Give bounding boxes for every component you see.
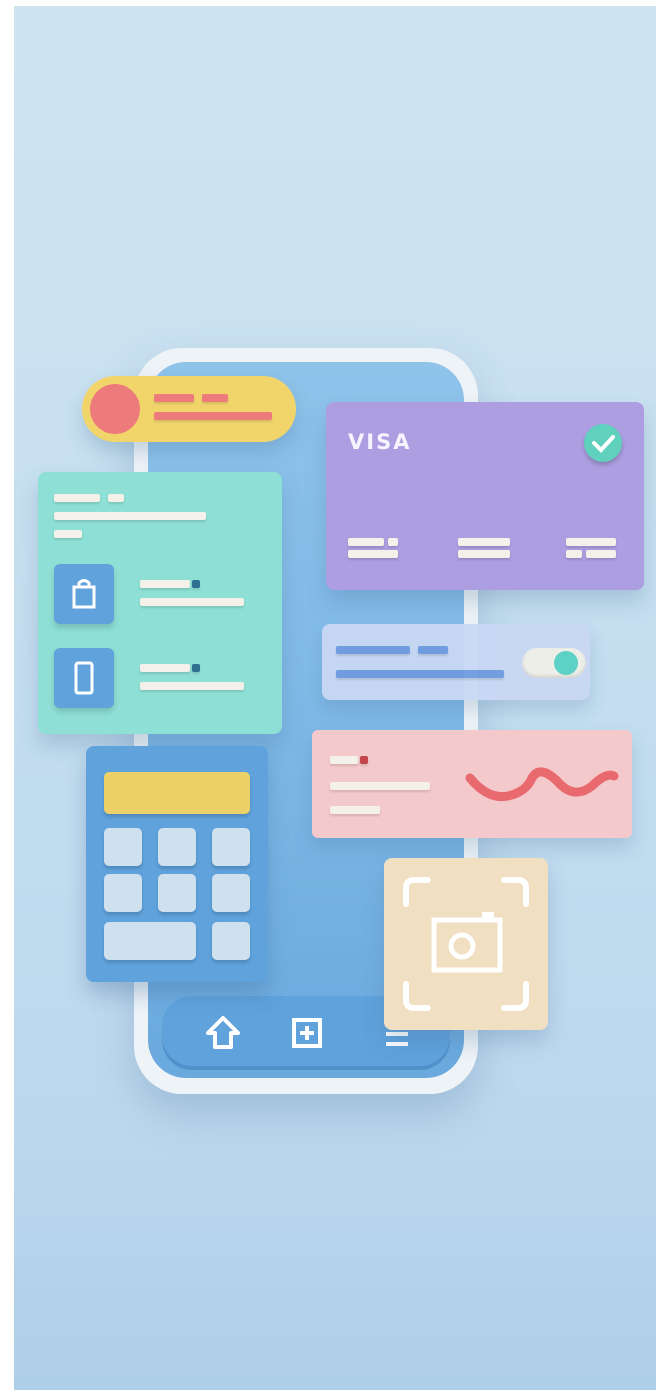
text-line <box>140 664 190 672</box>
card-number-line <box>348 538 384 546</box>
text-line <box>54 494 100 502</box>
card-number-line <box>388 538 398 546</box>
calculator-key <box>212 828 250 866</box>
card-number-line <box>458 550 510 558</box>
calculator-key <box>158 874 196 912</box>
calculator-key <box>212 874 250 912</box>
list-item-icon-box <box>54 648 114 708</box>
text-line <box>418 646 448 654</box>
profile-pill <box>82 376 296 442</box>
text-line <box>330 806 380 814</box>
calculator-key <box>158 828 196 866</box>
list-item-icon-box <box>54 564 114 624</box>
text-line <box>336 646 410 654</box>
pill-line <box>154 394 194 402</box>
add-box-icon <box>292 1018 322 1048</box>
calculator-key-wide <box>104 922 196 960</box>
calculator-display <box>104 772 250 814</box>
wave-card <box>312 730 632 838</box>
calculator-card <box>86 746 268 982</box>
text-line <box>140 580 190 588</box>
list-card <box>38 472 282 734</box>
illustration-canvas: VISA <box>14 6 656 1390</box>
text-line <box>140 682 244 690</box>
text-line <box>192 580 200 588</box>
text-line <box>54 530 82 538</box>
calculator-key <box>104 874 142 912</box>
avatar-circle <box>90 384 140 434</box>
payment-card: VISA <box>326 402 644 590</box>
text-line <box>54 512 206 520</box>
text-line <box>330 782 430 790</box>
pill-line <box>154 412 272 420</box>
calculator-key <box>212 922 250 960</box>
settings-toggle-card <box>322 624 590 700</box>
camera-scan-icon <box>403 877 529 1011</box>
check-circle-icon <box>584 424 622 462</box>
smartphone-icon <box>74 661 94 695</box>
shopping-bag-icon <box>72 579 96 609</box>
text-line <box>192 664 200 672</box>
card-number-line <box>348 550 398 558</box>
pill-line <box>202 394 228 402</box>
card-number-line <box>458 538 510 546</box>
calculator-key <box>104 828 142 866</box>
card-number-line <box>566 550 582 558</box>
card-number-line <box>566 538 616 546</box>
toggle-knob <box>554 651 578 675</box>
text-line <box>108 494 124 502</box>
camera-scan-card <box>384 858 548 1030</box>
text-line <box>360 756 368 764</box>
text-line <box>140 598 244 606</box>
camera-icon <box>431 912 503 973</box>
card-number-line <box>586 550 616 558</box>
text-line <box>336 670 504 678</box>
home-icon <box>206 1016 240 1049</box>
card-brand: VISA <box>348 430 412 454</box>
wave-graphic <box>465 767 619 802</box>
text-line <box>330 756 358 764</box>
